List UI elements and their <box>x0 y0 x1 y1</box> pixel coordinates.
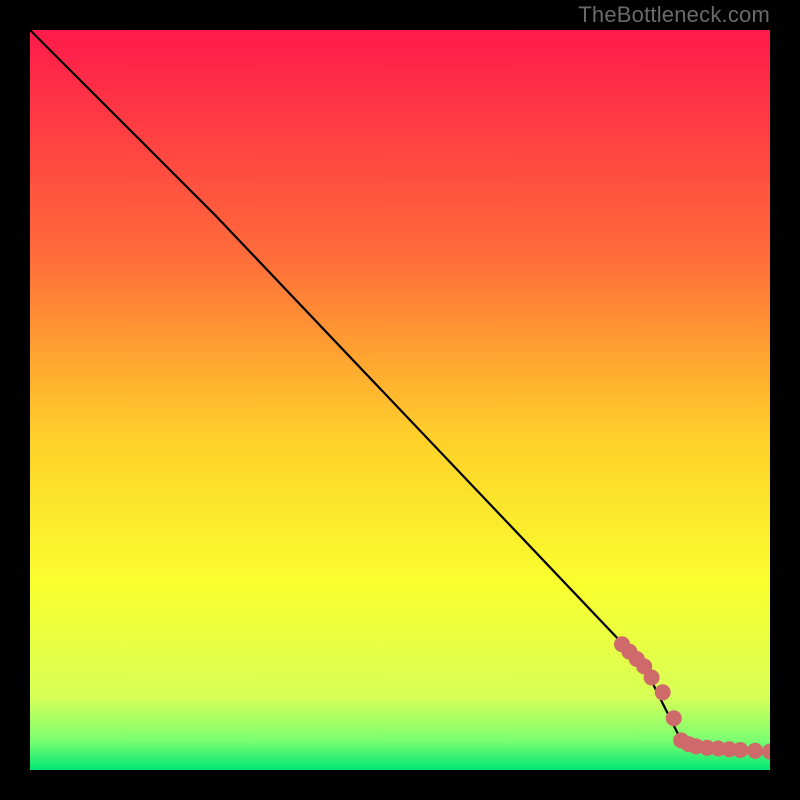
data-marker <box>666 710 682 726</box>
data-marker <box>644 670 660 686</box>
data-marker <box>732 742 748 758</box>
attribution-label: TheBottleneck.com <box>578 2 770 28</box>
chart-svg <box>30 30 770 770</box>
chart-frame: TheBottleneck.com <box>0 0 800 800</box>
data-marker <box>747 743 763 759</box>
data-marker <box>655 684 671 700</box>
